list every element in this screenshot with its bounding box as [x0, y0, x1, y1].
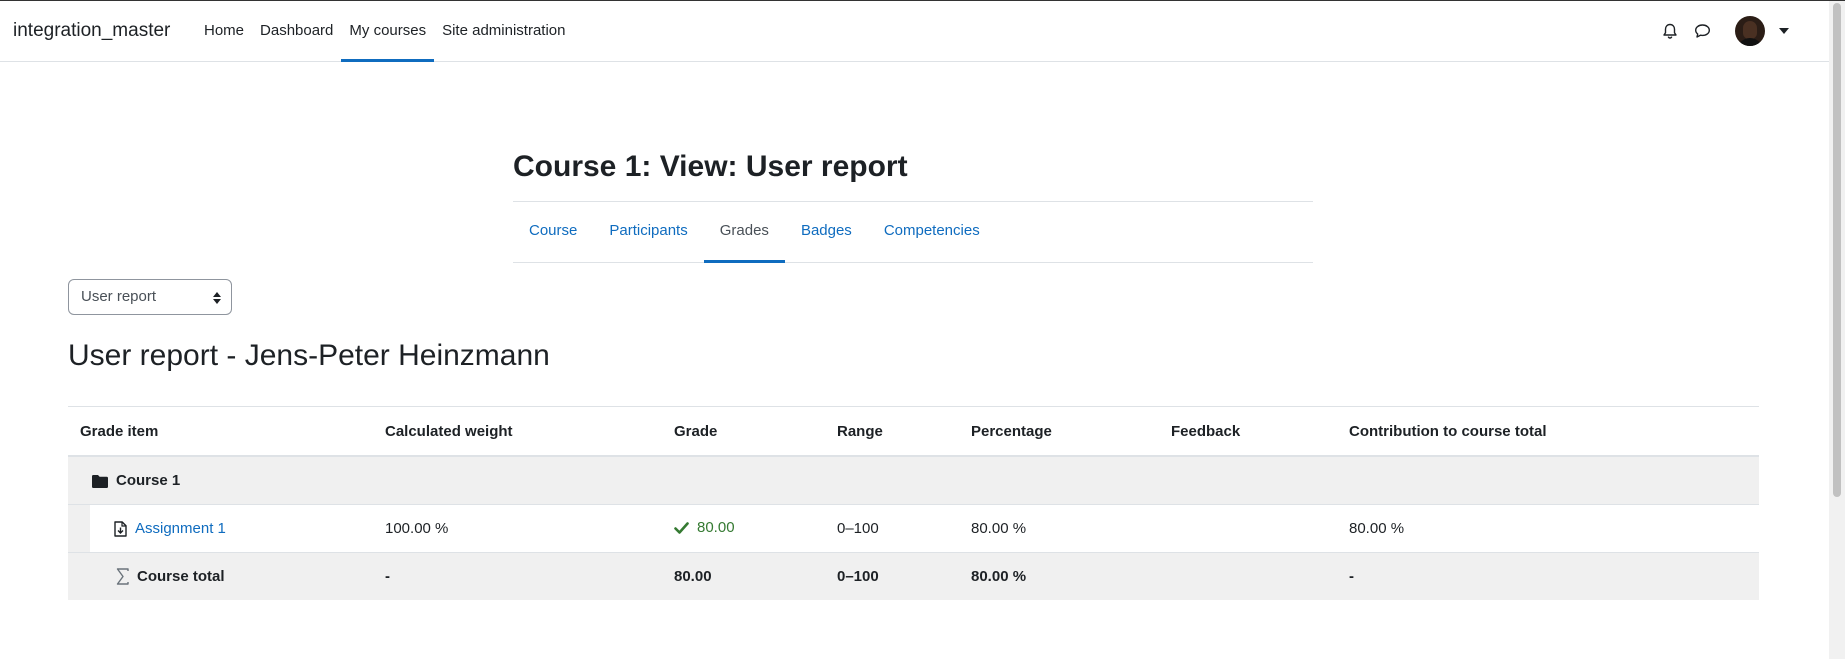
- sigma-icon: [116, 568, 129, 585]
- vertical-scrollbar[interactable]: [1829, 1, 1845, 659]
- tab-course[interactable]: Course: [513, 202, 593, 262]
- category-name: Course 1: [116, 472, 181, 489]
- weight-cell: 100.00 %: [373, 504, 662, 553]
- column-header: Contribution to course total: [1337, 406, 1759, 457]
- tab-grades[interactable]: Grades: [703, 202, 786, 263]
- column-header: Feedback: [1159, 406, 1337, 457]
- weight-cell: -: [373, 552, 662, 600]
- column-header: Calculated weight: [373, 406, 662, 457]
- report-type-selected-value: User report: [81, 288, 157, 305]
- nav-home[interactable]: Home: [196, 1, 252, 61]
- tab-competencies[interactable]: Competencies: [868, 202, 996, 262]
- scrollbar-thumb[interactable]: [1833, 3, 1841, 497]
- course-total-label: Course total: [137, 568, 225, 585]
- notifications-button[interactable]: [1655, 16, 1685, 46]
- user-nav-icons: [1653, 1, 1789, 61]
- page-title: Course 1: View: User report: [513, 150, 908, 183]
- course-total-row: Course total - 80.00 0–100 80.00 % -: [68, 552, 1759, 600]
- contribution-cell: -: [1337, 552, 1759, 600]
- grade-cell: 80.00: [662, 552, 825, 600]
- indent-cell: [68, 504, 90, 553]
- report-heading: User report - Jens-Peter Heinzmann: [68, 339, 550, 372]
- avatar: [1735, 16, 1765, 46]
- percentage-cell: 80.00 %: [959, 552, 1159, 600]
- sort-arrows-icon: [213, 292, 221, 304]
- user-menu-toggle[interactable]: [1735, 16, 1789, 46]
- category-cell: Course 1: [68, 455, 1759, 505]
- check-icon: [674, 521, 689, 534]
- range-cell: 0–100: [825, 504, 959, 553]
- course-total-cell: Course total: [68, 552, 373, 600]
- user-grade-table: Grade item Calculated weight Grade Range…: [68, 406, 1759, 600]
- site-brand[interactable]: integration_master: [13, 20, 170, 42]
- caret-down-icon: [1779, 28, 1789, 34]
- column-header: Grade: [662, 406, 825, 457]
- category-row: Course 1: [68, 455, 1759, 505]
- bell-icon: [1663, 23, 1677, 39]
- grade-cell: 80.00: [662, 504, 825, 553]
- grade-value: 80.00: [697, 519, 735, 537]
- column-header: Percentage: [959, 406, 1159, 457]
- column-header: Range: [825, 406, 959, 457]
- top-navbar: integration_master Home Dashboard My cou…: [0, 1, 1829, 62]
- course-secondary-navigation: Course Participants Grades Badges Compet…: [513, 201, 1313, 263]
- range-cell: 0–100: [825, 552, 959, 600]
- report-type-select[interactable]: User report: [68, 279, 232, 315]
- table-header-row: Grade item Calculated weight Grade Range…: [68, 406, 1759, 457]
- messages-button[interactable]: [1687, 16, 1717, 46]
- percentage-cell: 80.00 %: [959, 504, 1159, 553]
- nav-dashboard[interactable]: Dashboard: [252, 1, 341, 61]
- tab-participants[interactable]: Participants: [593, 202, 703, 262]
- feedback-cell: [1159, 504, 1337, 553]
- grade-item-cell: Assignment 1: [90, 504, 373, 553]
- contribution-cell: 80.00 %: [1337, 504, 1759, 553]
- tab-badges[interactable]: Badges: [785, 202, 868, 262]
- nav-site-administration[interactable]: Site administration: [434, 1, 573, 61]
- feedback-cell: [1159, 552, 1337, 600]
- folder-icon: [92, 474, 108, 488]
- column-header: Grade item: [68, 406, 373, 457]
- chat-icon: [1694, 24, 1710, 38]
- assignment-icon: [114, 520, 127, 537]
- primary-navigation: Home Dashboard My courses Site administr…: [196, 1, 574, 62]
- assignment-link[interactable]: Assignment 1: [135, 520, 226, 537]
- table-row: Assignment 1 100.00 % 80.00 0–100 80.00 …: [68, 504, 1759, 553]
- nav-my-courses[interactable]: My courses: [341, 1, 434, 62]
